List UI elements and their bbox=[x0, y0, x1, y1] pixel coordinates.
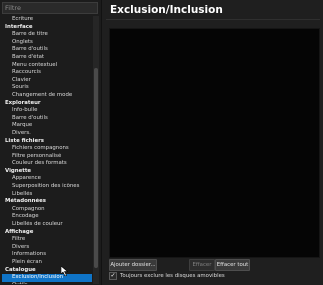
tree-category[interactable]: Vignette bbox=[2, 168, 92, 176]
tree-item[interactable]: Informations bbox=[2, 251, 92, 259]
tree-item[interactable]: Divers. bbox=[2, 130, 92, 138]
tree-item[interactable]: Outils bbox=[2, 282, 92, 284]
settings-tree[interactable]: Écriture Interface Barre de titre Onglets Ba… bbox=[2, 16, 92, 284]
tree-item[interactable]: Marque bbox=[2, 122, 92, 130]
exclude-removable-checkbox[interactable]: ✓ bbox=[109, 272, 117, 280]
settings-panel: Exclusion/Inclusion Ajouter dossier... E… bbox=[101, 0, 323, 285]
add-folder-button[interactable]: Ajouter dossier... bbox=[109, 259, 157, 271]
title-divider bbox=[106, 19, 320, 20]
tree-scroll-thumb[interactable] bbox=[94, 68, 98, 268]
tree-item[interactable]: Barre d'état bbox=[2, 54, 92, 62]
tree-item[interactable]: Libellés bbox=[2, 191, 92, 199]
exclude-removable-label: Toujours exclure les disques amovibles bbox=[120, 273, 225, 279]
tree-item[interactable]: Info-bulle bbox=[2, 107, 92, 115]
tree-category[interactable]: Métadonnées bbox=[2, 198, 92, 206]
tree-category[interactable]: Affichage bbox=[2, 229, 92, 237]
tree-item[interactable]: Raccourcis bbox=[2, 69, 92, 77]
tree-category[interactable]: Explorateur bbox=[2, 100, 92, 108]
mouse-cursor-icon bbox=[61, 266, 69, 276]
tree-item[interactable]: Filtre bbox=[2, 236, 92, 244]
settings-sidebar: ÉcritureInterfaceBarre de titreOngletsBa… bbox=[0, 0, 102, 285]
tree-item[interactable]: Fichiers compagnons bbox=[2, 145, 92, 153]
tree-item[interactable]: Libellés de couleur bbox=[2, 221, 92, 229]
tree-item[interactable]: Encodage bbox=[2, 213, 92, 221]
tree-item[interactable]: Souris bbox=[2, 84, 92, 92]
tree-scrollbar[interactable] bbox=[93, 16, 99, 284]
exclude-removable-option[interactable]: ✓ Toujours exclure les disques amovibles bbox=[109, 272, 225, 280]
tree-item[interactable]: Barre d'outils bbox=[2, 46, 92, 54]
tree-item[interactable]: Menu contextuel bbox=[2, 62, 92, 70]
tree-item[interactable]: Compagnon bbox=[2, 206, 92, 214]
filter-input[interactable] bbox=[2, 2, 98, 14]
tree-item[interactable]: Superposition des icônes bbox=[2, 183, 92, 191]
panel-title: Exclusion/Inclusion bbox=[110, 4, 223, 16]
tree-item[interactable]: Plein écran bbox=[2, 259, 92, 267]
tree-item[interactable]: Divers bbox=[2, 244, 92, 252]
tree-item[interactable]: Changement de mode bbox=[2, 92, 92, 100]
clear-all-button[interactable]: Effacer tout bbox=[215, 259, 250, 271]
tree-item[interactable]: Écriture bbox=[2, 16, 92, 24]
tree-category[interactable]: Interface bbox=[2, 24, 92, 32]
tree-category[interactable]: Catalogue bbox=[2, 267, 92, 275]
tree-item[interactable]: Couleur des formats bbox=[2, 160, 92, 168]
tree-item[interactable]: Barre de titre bbox=[2, 31, 92, 39]
tree-category[interactable]: Liste fichiers bbox=[2, 138, 92, 146]
tree-item[interactable]: Onglets bbox=[2, 39, 92, 47]
tree-item[interactable]: Clavier bbox=[2, 77, 92, 85]
tree-item[interactable]: Filtre personnalisé bbox=[2, 153, 92, 161]
delete-button[interactable]: Effacer bbox=[189, 259, 215, 271]
exclusion-list[interactable] bbox=[109, 28, 320, 258]
tree-item[interactable]: Apparence bbox=[2, 175, 92, 183]
tree-item[interactable]: Barre d'outils bbox=[2, 115, 92, 123]
tree-item[interactable]: Exclusion/Inclusion bbox=[2, 274, 92, 282]
